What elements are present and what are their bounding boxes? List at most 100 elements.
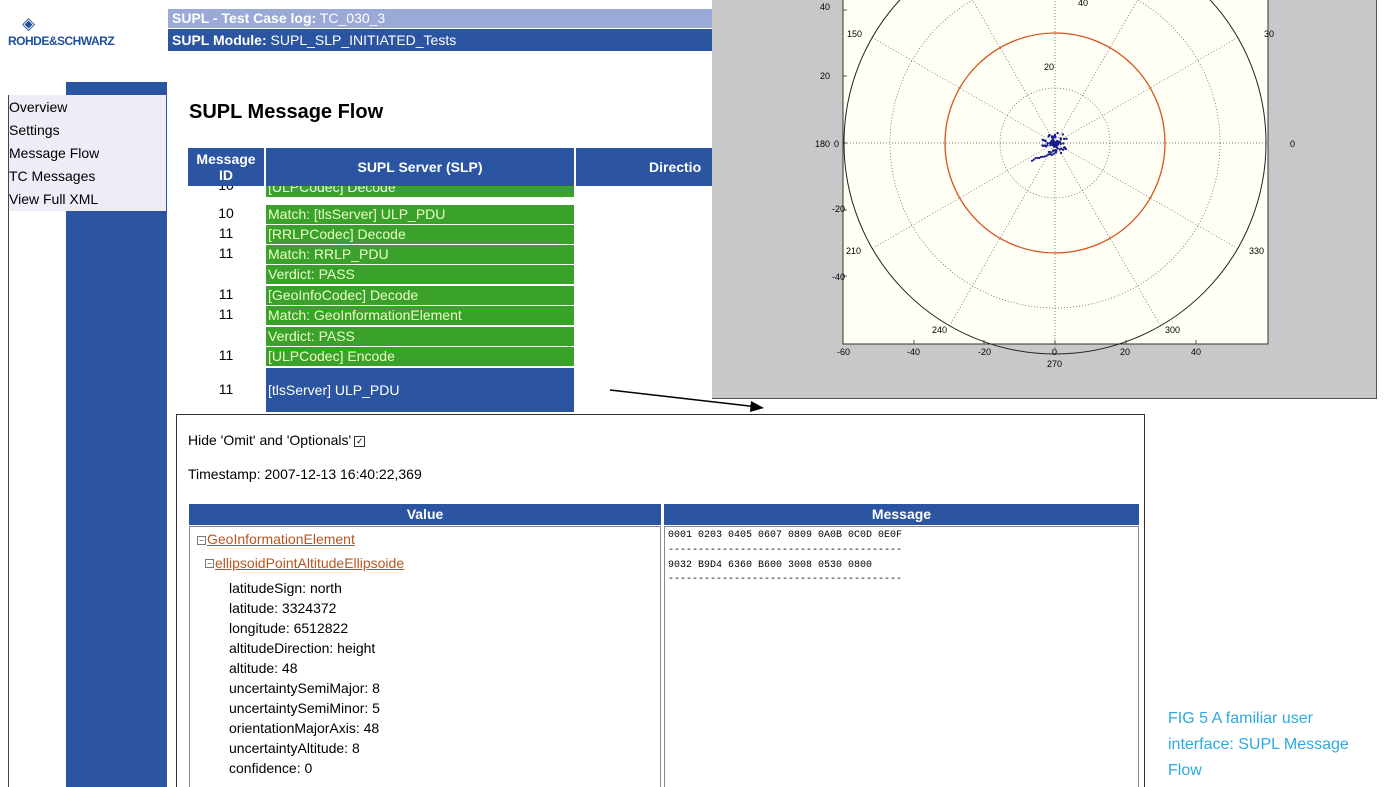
- position-point: [1054, 149, 1058, 152]
- position-point: [1056, 131, 1059, 135]
- message-row[interactable]: Match: [tlsServer] ULP_PDU: [266, 205, 574, 224]
- hex-separator: ---------------------------------------: [668, 545, 903, 556]
- row-message-id: 11: [218, 347, 234, 363]
- tree-field: latitudeSign: north: [229, 580, 342, 596]
- column-header-message: Message: [664, 504, 1139, 525]
- message-flow-rows: 10 [ULPCodec] Decode 10 Match: [tlsServe…: [188, 186, 588, 414]
- row-message-id: 11: [218, 245, 234, 261]
- nav-item-overview[interactable]: Overview: [9, 99, 67, 115]
- message-row[interactable]: [ULPCodec] Decode: [266, 186, 574, 197]
- message-row[interactable]: Match: RRLP_PDU: [266, 245, 574, 264]
- angle-label: 270: [1047, 359, 1062, 369]
- test-case-label: SUPL - Test Case log:: [172, 10, 317, 26]
- timestamp: Timestamp: 2007-12-13 16:40:22,369: [188, 466, 422, 482]
- nav-item-message-flow[interactable]: Message Flow: [9, 145, 99, 161]
- page-title: SUPL Message Flow: [189, 101, 384, 123]
- position-point: [1047, 150, 1051, 154]
- position-point: [1051, 140, 1054, 143]
- x-tick-label: -60: [837, 347, 850, 357]
- angle-label: 0: [1290, 139, 1295, 149]
- position-point: [1056, 142, 1059, 145]
- hide-omit-label: Hide 'Omit' and 'Optionals': [188, 432, 352, 448]
- position-point: [1061, 148, 1065, 151]
- tree-field: uncertaintyAltitude: 8: [229, 740, 360, 756]
- tree-node-ellipsoidpoint[interactable]: ellipsoidPointAltitudeEllipsoide: [215, 555, 404, 571]
- message-row[interactable]: [GeoInfoCodec] Decode: [266, 286, 574, 305]
- hex-line: 9032 B9D4 6360 B600 3008 0530 0800: [668, 560, 873, 571]
- column-header-supl-server: SUPL Server (SLP): [266, 148, 574, 186]
- module-label: SUPL Module:: [172, 32, 267, 48]
- figure-caption: FIG 5 A familiar user interface: SUPL Me…: [1168, 710, 1349, 779]
- ring-label: 20: [1044, 62, 1054, 72]
- position-point: [1047, 135, 1050, 138]
- tree-node-geoinformationelement[interactable]: GeoInformationElement: [207, 531, 355, 547]
- hex-separator: ---------------------------------------: [668, 574, 903, 585]
- left-border-line: [8, 95, 9, 787]
- position-point: [1059, 137, 1062, 140]
- logo-diamond-icon: ◈: [22, 14, 36, 33]
- y-tick-label: -40: [832, 272, 845, 282]
- row-message-id: 10: [218, 205, 234, 221]
- position-point: [1063, 146, 1066, 149]
- x-tick-label: -40: [907, 347, 920, 357]
- x-tick-label: 0: [1052, 347, 1057, 357]
- nav-top-bar: [66, 82, 167, 95]
- message-row-selected[interactable]: [tlsServer] ULP_PDU: [266, 368, 574, 412]
- hide-omit-toggle[interactable]: Hide 'Omit' and 'Optionals' ✓: [188, 432, 366, 448]
- module-value: SUPL_SLP_INITIATED_Tests: [270, 32, 457, 48]
- polar-plot: 40 20 -20 -40 -60 -40 -20 0 20 40 150 18…: [815, 0, 1295, 369]
- x-tick-label: 20: [1120, 347, 1130, 357]
- x-tick-label: -20: [978, 347, 991, 357]
- position-point: [1059, 151, 1063, 155]
- message-row[interactable]: Match: GeoInformationElement: [266, 306, 574, 325]
- message-row[interactable]: Verdict: PASS: [266, 265, 574, 284]
- position-point: [1053, 133, 1057, 137]
- test-case-title-bar: SUPL - Test Case log: TC_030_3: [168, 9, 713, 28]
- nav-item-settings[interactable]: Settings: [9, 122, 60, 138]
- angle-label: 210: [846, 246, 861, 256]
- y-tick-label: 20: [820, 71, 830, 81]
- angle-label: 300: [1165, 325, 1180, 335]
- position-point: [1032, 158, 1035, 161]
- nav-item-tc-messages[interactable]: TC Messages: [9, 168, 95, 184]
- column-header-value: Value: [189, 504, 661, 525]
- tree-field: confidence: 0: [229, 760, 313, 776]
- angle-label: 150: [847, 29, 862, 39]
- position-point: [1056, 147, 1059, 150]
- position-point: [1046, 141, 1049, 145]
- sidebar-nav: Overview Settings Message Flow TC Messag…: [8, 95, 166, 211]
- y-tick-label: -20: [832, 204, 845, 214]
- position-point: [1062, 142, 1065, 145]
- message-row[interactable]: [RRLPCodec] Decode: [266, 225, 574, 244]
- collapse-toggle-icon[interactable]: −: [197, 536, 206, 545]
- collapse-toggle-icon[interactable]: −: [205, 559, 214, 568]
- tree-field: uncertaintySemiMajor: 8: [229, 680, 380, 696]
- y-tick-label: 0: [834, 139, 839, 149]
- angle-label: 180: [815, 139, 830, 149]
- position-point: [1041, 138, 1044, 141]
- column-header-message-id: Message ID: [188, 148, 264, 186]
- ring-label: 40: [1078, 0, 1088, 8]
- tree-field: altitudeDirection: height: [229, 640, 376, 656]
- position-point: [1046, 144, 1049, 147]
- message-row[interactable]: [ULPCodec] Encode: [266, 347, 574, 366]
- row-message-id: 11: [218, 225, 234, 241]
- rohde-schwarz-logo: ◈ ROHDE&SCHWARZ: [8, 14, 168, 54]
- polar-plot-window: 40 20 -20 -40 -60 -40 -20 0 20 40 150 18…: [712, 0, 1377, 399]
- nav-item-view-full-xml[interactable]: View Full XML: [9, 191, 98, 207]
- hide-omit-checkbox[interactable]: ✓: [354, 435, 366, 447]
- position-point: [1052, 149, 1056, 152]
- y-tick-label: 40: [820, 2, 830, 12]
- tree-field: longitude: 6512822: [229, 620, 349, 636]
- position-point: [1065, 137, 1068, 140]
- tree-field: latitude: 3324372: [229, 600, 337, 616]
- angle-label: 30: [1264, 29, 1274, 39]
- tree-field: orientationMajorAxis: 48: [229, 720, 380, 736]
- tree-field: altitude: 48: [229, 660, 298, 676]
- position-point: [1063, 137, 1066, 141]
- hex-line: 0001 0203 0405 0607 0809 0A0B 0C0D 0E0F: [668, 530, 903, 541]
- angle-label: 240: [932, 325, 947, 335]
- row-message-id: 11: [218, 306, 234, 322]
- message-row[interactable]: Verdict: PASS: [266, 327, 574, 346]
- row-message-id: 11: [218, 286, 234, 302]
